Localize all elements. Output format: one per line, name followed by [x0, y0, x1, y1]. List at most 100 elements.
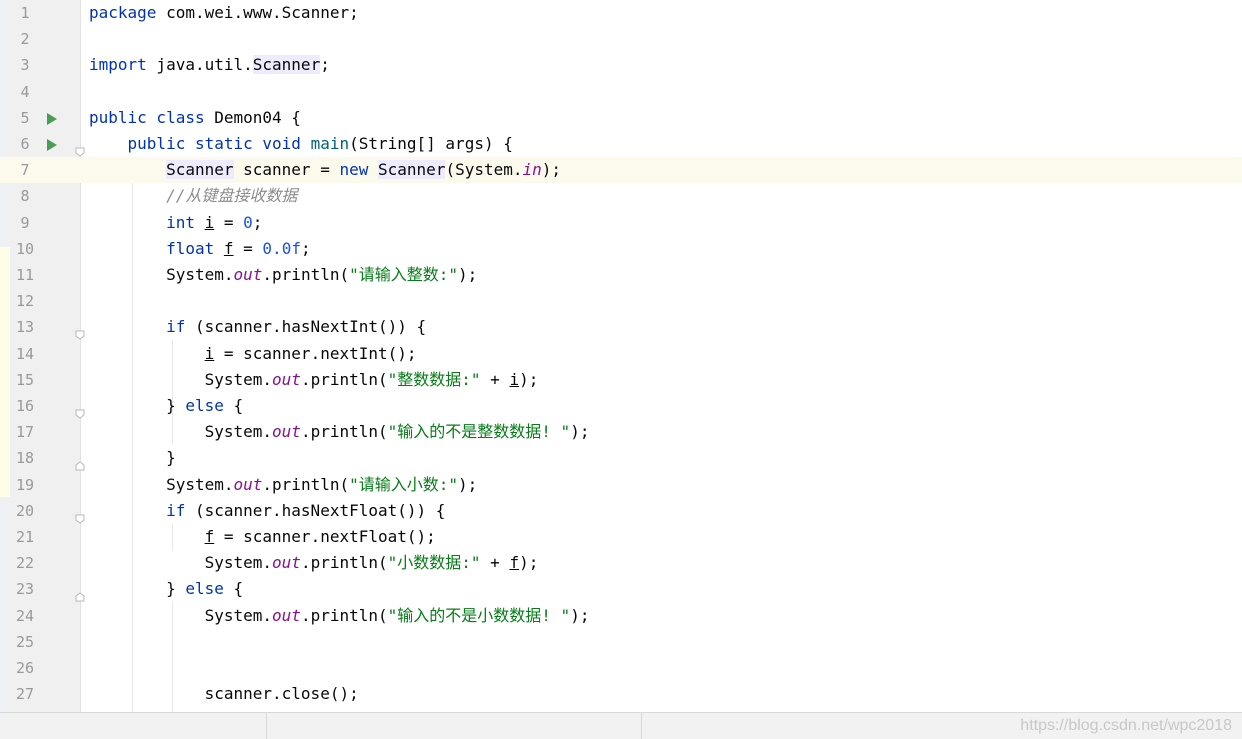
code-text: f = scanner.nextFloat(); — [89, 524, 436, 550]
line-number: 7 — [20, 161, 30, 180]
code-token: .println( — [300, 369, 388, 389]
code-text: System.out.println("请输入小数:"); — [89, 472, 477, 498]
code-token: new — [339, 160, 369, 180]
code-token: 0.0f — [262, 238, 301, 258]
code-line[interactable]: 1 package com.wei.www.Scanner; — [0, 0, 1242, 26]
code-token: "请输入小数:" — [349, 474, 459, 494]
line-number: 13 — [15, 318, 35, 337]
code-line[interactable]: 23 } else { — [0, 576, 1242, 602]
code-token: } — [89, 448, 176, 468]
code-text: System.out.println("整数数据:" + i); — [89, 367, 539, 393]
code-line[interactable]: 13 if (scanner.hasNextInt()) { — [0, 314, 1242, 341]
line-number: 5 — [20, 108, 30, 127]
line-number: 1 — [20, 4, 30, 22]
code-token: + — [480, 553, 510, 573]
code-token: f — [204, 527, 215, 546]
code-token: package — [89, 3, 157, 22]
line-number: 3 — [20, 56, 30, 75]
line-number: 15 — [15, 370, 35, 389]
code-token: out — [233, 265, 263, 284]
code-line[interactable]: 5 public class Demon04 { — [0, 105, 1242, 131]
status-separator — [266, 713, 267, 739]
code-line[interactable]: 24 System.out.println("输入的不是小数数据! "); — [0, 603, 1242, 629]
code-token: else — [185, 579, 224, 599]
fold-open-icon[interactable] — [75, 506, 85, 524]
code-token: out — [233, 474, 263, 494]
code-line[interactable]: 15 System.out.println("整数数据:" + i); — [0, 367, 1242, 393]
code-token: ); — [570, 422, 590, 442]
code-text: System.out.println("请输入整数:"); — [89, 262, 477, 288]
code-text: if (scanner.hasNextInt()) { — [89, 314, 426, 340]
code-token: Scanner — [166, 160, 234, 180]
code-line[interactable]: 4 — [0, 79, 1242, 105]
code-token: Demon04 { — [204, 107, 301, 127]
code-token: f — [223, 238, 234, 258]
line-number: 18 — [15, 449, 35, 468]
code-token: import — [89, 55, 147, 75]
code-token: ; — [320, 55, 330, 75]
code-line[interactable]: 17 System.out.println("输入的不是整数数据! "); — [0, 419, 1242, 445]
fold-close-icon[interactable] — [75, 584, 85, 602]
code-line[interactable]: 9 int i = 0; — [0, 210, 1242, 236]
code-line[interactable]: 26 — [0, 655, 1242, 681]
code-text: int i = 0; — [89, 210, 262, 236]
code-text: if (scanner.hasNextFloat()) { — [89, 498, 445, 524]
line-number: 8 — [20, 187, 30, 206]
code-token: System. — [89, 474, 234, 494]
code-line[interactable]: 3 import java.util.Scanner; — [0, 52, 1242, 78]
code-token: } — [89, 579, 186, 599]
code-line[interactable]: 11 System.out.println("请输入整数:"); — [0, 262, 1242, 288]
code-token: else — [185, 396, 224, 415]
run-icon[interactable] — [47, 112, 57, 125]
code-token: ); — [458, 265, 478, 284]
code-line[interactable]: 18 } — [0, 445, 1242, 471]
run-icon[interactable] — [47, 139, 57, 151]
code-line[interactable]: 16 } else { — [0, 393, 1242, 419]
code-editor[interactable]: 1 package com.wei.www.Scanner; 2 3 import ja… — [0, 0, 1242, 712]
code-token: in — [522, 160, 542, 180]
code-text: } — [89, 445, 176, 471]
watermark: https://blog.csdn.net/wpc2018 — [1020, 717, 1232, 734]
code-token: public class — [89, 107, 205, 127]
code-text: public class Demon04 { — [89, 105, 301, 131]
code-line[interactable]: 21 f = scanner.nextFloat(); — [0, 524, 1242, 550]
code-line[interactable]: 6 public static void main(String[] args)… — [0, 131, 1242, 157]
code-text: scanner.close(); — [89, 681, 359, 707]
code-token: if — [166, 500, 186, 520]
code-line[interactable]: 14 i = scanner.nextInt(); — [0, 341, 1242, 367]
code-line[interactable]: 19 System.out.println("请输入小数:"); — [0, 472, 1242, 498]
line-number: 26 — [15, 659, 35, 677]
line-number: 9 — [20, 213, 30, 232]
code-line[interactable]: 8 //从键盘接收数据 — [0, 183, 1242, 209]
code-line[interactable]: 2 — [0, 26, 1242, 52]
code-line[interactable]: 7 Scanner scanner = new Scanner(System.i… — [0, 157, 1242, 184]
code-token: (System. — [445, 160, 523, 180]
line-number: 21 — [15, 528, 35, 546]
fold-close-icon[interactable] — [75, 453, 85, 471]
code-line[interactable]: 27 scanner.close(); — [0, 681, 1242, 707]
code-line[interactable]: 12 — [0, 288, 1242, 314]
code-token: ; — [300, 238, 311, 258]
fold-open-icon[interactable] — [75, 401, 85, 419]
code-token: out — [272, 422, 301, 442]
code-token: com.wei.www.Scanner; — [156, 3, 359, 22]
status-bar: https://blog.csdn.net/wpc2018 — [0, 712, 1242, 739]
code-token: = — [233, 238, 263, 258]
fold-open-icon[interactable] — [75, 322, 85, 341]
code-token: System. — [89, 605, 273, 625]
line-number: 19 — [15, 475, 35, 494]
code-line[interactable]: 25 — [0, 629, 1242, 655]
code-text: i = scanner.nextInt(); — [89, 341, 417, 367]
code-token: ; — [252, 212, 263, 232]
line-number: 27 — [15, 685, 35, 704]
fold-open-icon[interactable] — [75, 139, 85, 157]
code-line[interactable]: 10 float f = 0.0f; — [0, 236, 1242, 262]
code-text: System.out.println("小数数据:" + f); — [89, 550, 539, 576]
line-number: 17 — [15, 423, 35, 442]
code-line[interactable]: 22 System.out.println("小数数据:" + f); — [0, 550, 1242, 576]
code-line[interactable]: 20 if (scanner.hasNextFloat()) { — [0, 498, 1242, 524]
